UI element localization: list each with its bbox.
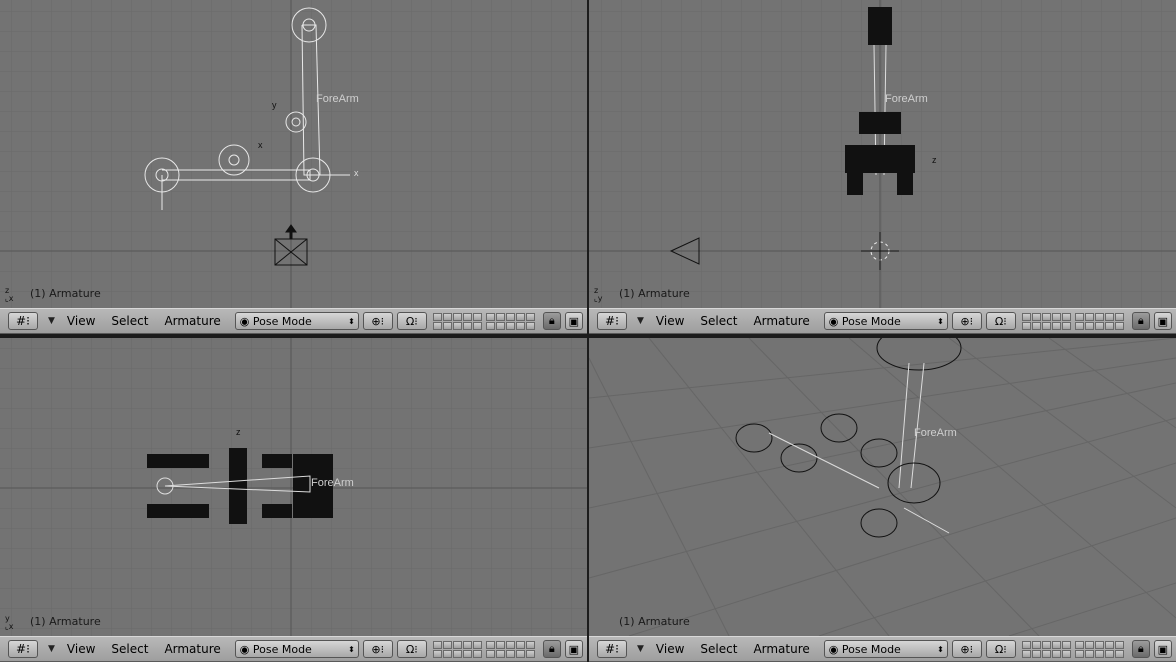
image-icon: ▣ — [1157, 642, 1168, 656]
image-icon: ▣ — [568, 314, 579, 328]
editor-type-button[interactable]: # ⁝ — [8, 312, 38, 330]
editor-type-button[interactable]: # ⁝ — [597, 312, 627, 330]
viewport-header-top-left: # ⁝ ▼ View Select Armature ◉ Pose Mode ⬍ ⊕… — [0, 308, 587, 334]
pivot-button[interactable]: ⊕ ⁝ — [362, 640, 393, 658]
render-button[interactable]: ▣ — [1153, 312, 1172, 330]
mode-icon: ◉ — [828, 642, 842, 656]
grid-icon: # — [16, 314, 27, 328]
svg-text:z: z — [236, 427, 241, 437]
svg-text:x: x — [354, 168, 359, 178]
viewport-object-label: (1) Armature — [30, 287, 101, 300]
mode-icon: ◉ — [828, 314, 842, 328]
editor-type-button[interactable]: # ⁝ — [597, 640, 627, 658]
viewport-header-top-right: # ⁝ ▼ View Select Armature ◉ Pose Mode ⬍ ⊕… — [589, 308, 1176, 334]
menu-armature[interactable]: Armature — [749, 642, 813, 656]
svg-text:z: z — [932, 155, 937, 165]
pivot-icon: ⊕ — [371, 314, 381, 328]
lock-icon: 🔒︎ — [548, 314, 555, 327]
layer-buttons[interactable] — [432, 312, 539, 330]
viewport-bottom-right[interactable]: ForeArm (1) Armature — [589, 338, 1176, 636]
snap-button[interactable]: Ω ⁝ — [985, 312, 1016, 330]
render-button[interactable]: ▣ — [564, 312, 583, 330]
pivot-icon: ⊕ — [371, 642, 381, 656]
collapse-triangle-icon[interactable]: ▼ — [48, 644, 55, 654]
lock-button[interactable]: 🔒︎ — [542, 312, 561, 330]
layer-buttons[interactable] — [432, 640, 539, 658]
svg-text:x: x — [258, 140, 263, 150]
pivot-button[interactable]: ⊕ ⁝ — [362, 312, 393, 330]
collapse-triangle-icon[interactable]: ▼ — [48, 316, 55, 326]
viewport-top-left[interactable]: ForeArm x x y z ⌞x (1) Armature — [0, 0, 587, 308]
menu-view[interactable]: View — [63, 642, 99, 656]
lock-icon: 🔒︎ — [548, 642, 555, 655]
pivot-icon: ⊕ — [960, 642, 970, 656]
layer-buttons[interactable] — [1021, 640, 1128, 658]
pivot-button[interactable]: ⊕ ⁝ — [951, 640, 982, 658]
image-icon: ▣ — [568, 642, 579, 656]
viewport-object-label: (1) Armature — [619, 287, 690, 300]
layer-buttons[interactable] — [1021, 312, 1128, 330]
axis-indicator: z ⌞x — [5, 286, 14, 303]
bone-label: ForeArm — [885, 93, 928, 105]
axis-indicator: y ⌞x — [5, 614, 14, 631]
magnet-icon: Ω — [994, 314, 1004, 328]
menu-armature[interactable]: Armature — [160, 642, 224, 656]
svg-text:y: y — [272, 100, 277, 110]
menu-view[interactable]: View — [652, 642, 688, 656]
editor-type-button[interactable]: # ⁝ — [8, 640, 38, 658]
menu-view[interactable]: View — [63, 314, 99, 328]
snap-button[interactable]: Ω ⁝ — [985, 640, 1016, 658]
mode-select[interactable]: ◉ Pose Mode ⬍ — [234, 312, 359, 330]
snap-button[interactable]: Ω ⁝ — [396, 312, 427, 330]
menu-armature[interactable]: Armature — [749, 314, 813, 328]
lock-icon: 🔒︎ — [1137, 314, 1144, 327]
mode-icon: ◉ — [239, 314, 253, 328]
collapse-triangle-icon[interactable]: ▼ — [637, 644, 644, 654]
lock-icon: 🔒︎ — [1137, 642, 1144, 655]
bone-label: ForeArm — [316, 93, 359, 105]
viewport-object-label: (1) Armature — [619, 615, 690, 628]
collapse-triangle-icon[interactable]: ▼ — [637, 316, 644, 326]
viewport-top-right[interactable]: ForeArm z z ⌞y (1) Armature — [589, 0, 1176, 308]
menu-view[interactable]: View — [652, 314, 688, 328]
magnet-icon: Ω — [405, 642, 415, 656]
bone-label: ForeArm — [914, 427, 957, 439]
lock-button[interactable]: 🔒︎ — [1131, 640, 1150, 658]
mode-select[interactable]: ◉ Pose Mode ⬍ — [823, 640, 948, 658]
menu-select[interactable]: Select — [107, 314, 152, 328]
vertical-divider[interactable] — [587, 0, 589, 662]
pivot-button[interactable]: ⊕ ⁝ — [951, 312, 982, 330]
viewport-grid: ForeArm — [589, 338, 1176, 636]
mode-select[interactable]: ◉ Pose Mode ⬍ — [823, 312, 948, 330]
magnet-icon: Ω — [994, 642, 1004, 656]
bone-label: ForeArm — [311, 477, 354, 489]
axis-indicator: z ⌞y — [594, 286, 603, 303]
lock-button[interactable]: 🔒︎ — [1131, 312, 1150, 330]
horizontal-divider[interactable] — [0, 334, 1176, 338]
image-icon: ▣ — [1157, 314, 1168, 328]
viewport-bottom-left[interactable]: ForeArm z y ⌞x (1) Armature — [0, 338, 587, 636]
snap-button[interactable]: Ω ⁝ — [396, 640, 427, 658]
render-button[interactable]: ▣ — [564, 640, 583, 658]
lock-button[interactable]: 🔒︎ — [542, 640, 561, 658]
menu-armature[interactable]: Armature — [160, 314, 224, 328]
viewport-grid: ForeArm z — [589, 0, 1176, 308]
menu-select[interactable]: Select — [696, 314, 741, 328]
mode-select[interactable]: ◉ Pose Mode ⬍ — [234, 640, 359, 658]
pivot-icon: ⊕ — [960, 314, 970, 328]
viewport-header-bottom-left: # ⁝ ▼ View Select Armature ◉ Pose Mode ⬍ ⊕… — [0, 636, 587, 662]
grid-icon: # — [605, 642, 616, 656]
armature-wireframe — [147, 448, 333, 524]
render-button[interactable]: ▣ — [1153, 640, 1172, 658]
viewport-header-bottom-right: # ⁝ ▼ View Select Armature ◉ Pose Mode ⬍ ⊕… — [589, 636, 1176, 662]
menu-select[interactable]: Select — [696, 642, 741, 656]
grid-icon: # — [605, 314, 616, 328]
viewport-grid: ForeArm z — [0, 338, 587, 636]
magnet-icon: Ω — [405, 314, 415, 328]
grid-icon: # — [16, 642, 27, 656]
viewport-grid: ForeArm x x y — [0, 0, 587, 308]
mode-icon: ◉ — [239, 642, 253, 656]
menu-select[interactable]: Select — [107, 642, 152, 656]
viewport-object-label: (1) Armature — [30, 615, 101, 628]
